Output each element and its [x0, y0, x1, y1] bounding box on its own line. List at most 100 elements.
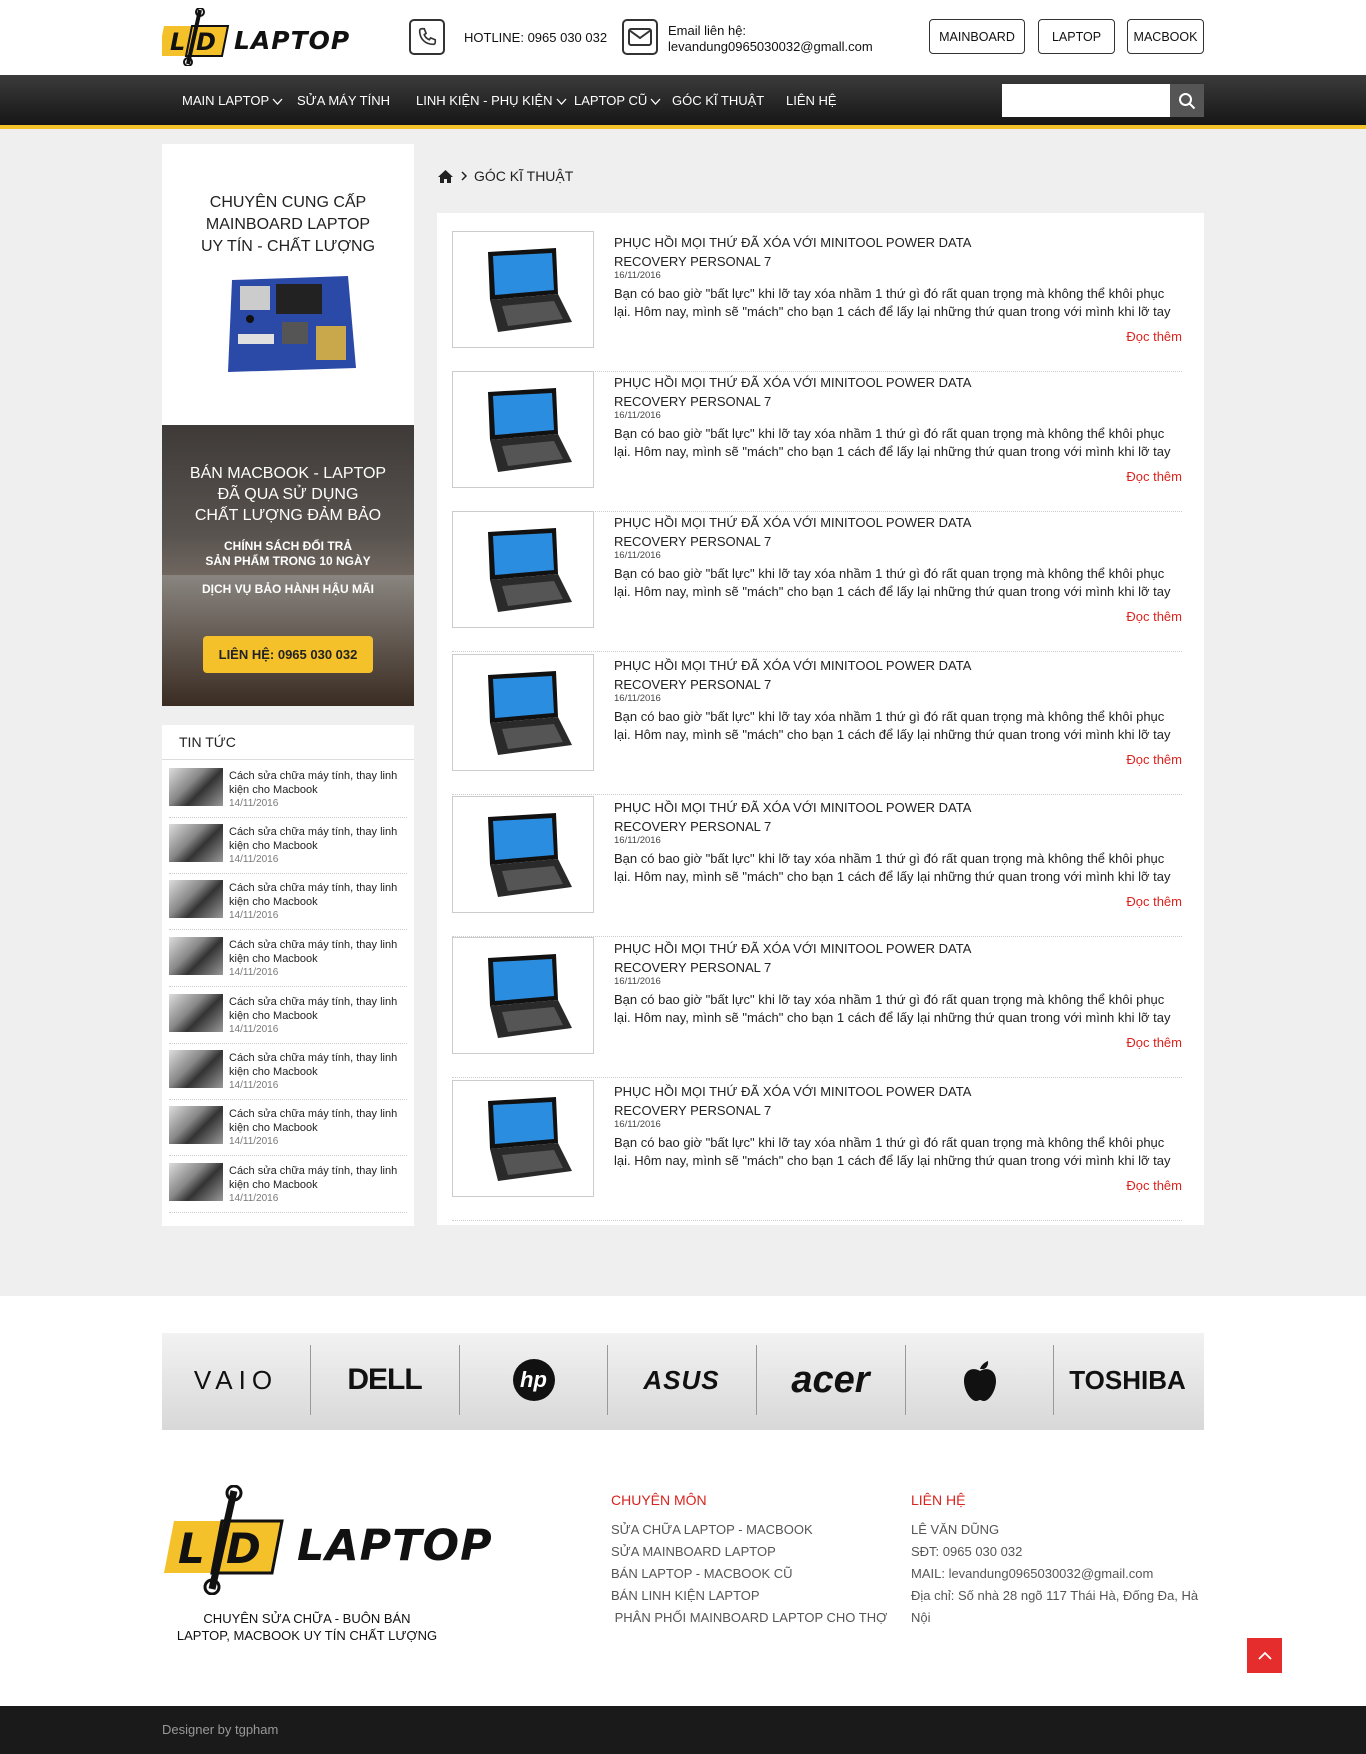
footer-link[interactable]: SỬA MAINBOARD LAPTOP [611, 1541, 891, 1563]
home-icon[interactable] [437, 169, 454, 184]
footer-link[interactable]: BÁN LINH KIỆN LAPTOP [611, 1585, 891, 1607]
chevron-right-icon [461, 171, 468, 181]
read-more-link[interactable]: Đọc thêm [1126, 1178, 1182, 1193]
read-more-link[interactable]: Đọc thêm [1126, 894, 1182, 909]
brand-asus[interactable]: ASUS [607, 1345, 755, 1415]
main-nav: MAIN LAPTOP SỬA MÁY TÍNH LINH KIỆN - PHỤ… [0, 75, 1366, 129]
brand-toshiba[interactable]: TOSHIBA [1053, 1345, 1201, 1415]
brand-dell[interactable]: DELL [310, 1345, 458, 1415]
news-item-title[interactable]: Cách sửa chữa máy tính, thay linh kiện c… [229, 825, 407, 853]
breadcrumb-current: GÓC KĨ THUẬT [474, 168, 574, 184]
laptop-button[interactable]: LAPTOP [1038, 19, 1115, 54]
post-title[interactable]: PHỤC HỒI MỌI THỨ ĐÃ XÓA VỚI MINITOOL POW… [614, 656, 1044, 694]
footer-col-title: LIÊN HỆ [911, 1492, 966, 1508]
mail-icon [622, 19, 658, 55]
mainboard-promo-banner[interactable]: CHUYÊN CUNG CẤP MAINBOARD LAPTOP UY TÍN … [162, 144, 414, 425]
list-item[interactable]: Cách sửa chữa máy tính, thay linh kiện c… [169, 1157, 407, 1213]
site-logo[interactable]: L D LAPTOP [158, 7, 349, 67]
list-item[interactable]: Cách sửa chữa máy tính, thay linh kiện c… [169, 762, 407, 818]
read-more-link[interactable]: Đọc thêm [1126, 609, 1182, 624]
post-thumbnail[interactable] [452, 1080, 594, 1197]
post-title[interactable]: PHỤC HỒI MỌI THỨ ĐÃ XÓA VỚI MINITOOL POW… [614, 233, 1044, 271]
nav-item-main-laptop[interactable]: MAIN LAPTOP [182, 75, 283, 125]
brand-acer[interactable]: acer [756, 1345, 904, 1415]
logo-mark-icon: L D [158, 7, 230, 67]
read-more-link[interactable]: Đọc thêm [1126, 469, 1182, 484]
macbook-button[interactable]: MACBOOK [1127, 19, 1204, 54]
footer-link[interactable]: BÁN LAPTOP - MACBOOK CŨ [611, 1563, 891, 1585]
list-item[interactable]: Cách sửa chữa máy tính, thay linh kiện c… [169, 1044, 407, 1100]
list-item[interactable]: Cách sửa chữa máy tính, thay linh kiện c… [169, 931, 407, 987]
news-item-title[interactable]: Cách sửa chữa máy tính, thay linh kiện c… [229, 1164, 407, 1192]
laptop-icon [488, 954, 572, 1038]
search-icon [1179, 92, 1196, 109]
list-item[interactable]: Cách sửa chữa máy tính, thay linh kiện c… [169, 874, 407, 930]
news-thumbnail [169, 1106, 223, 1144]
post-thumbnail[interactable] [452, 654, 594, 771]
news-item-title[interactable]: Cách sửa chữa máy tính, thay linh kiện c… [229, 938, 407, 966]
footer-bottom-bar: Designer by tgpham [0, 1706, 1366, 1754]
hotline-text: HOTLINE: 0965 030 032 [464, 30, 608, 45]
mainboard-button[interactable]: MAINBOARD [929, 19, 1025, 54]
post-thumbnail[interactable] [452, 511, 594, 628]
brand-label: hp [512, 1359, 555, 1401]
news-item-title[interactable]: Cách sửa chữa máy tính, thay linh kiện c… [229, 1107, 407, 1135]
nav-item-goc-ki-thuat[interactable]: GÓC KĨ THUẬT [672, 75, 764, 125]
news-item-title[interactable]: Cách sửa chữa máy tính, thay linh kiện c… [229, 1051, 407, 1079]
brand-label: DELL [347, 1363, 422, 1396]
post-title[interactable]: PHỤC HỒI MỌI THỨ ĐÃ XÓA VỚI MINITOOL POW… [614, 798, 1044, 836]
footer-logo[interactable]: L D LAPTOP [162, 1484, 492, 1596]
post-item: PHỤC HỒI MỌI THỨ ĐÃ XÓA VỚI MINITOOL POW… [452, 654, 1182, 795]
post-item: PHỤC HỒI MỌI THỨ ĐÃ XÓA VỚI MINITOOL POW… [452, 796, 1182, 937]
back-to-top-button[interactable] [1247, 1638, 1282, 1673]
footer-services-list: SỬA CHỮA LAPTOP - MACBOOK SỬA MAINBOARD … [611, 1519, 891, 1629]
brand-apple[interactable] [905, 1345, 1053, 1415]
post-title[interactable]: PHỤC HỒI MỌI THỨ ĐÃ XÓA VỚI MINITOOL POW… [614, 373, 1044, 411]
email-value[interactable]: levandung0965030032@gmall.com [668, 39, 873, 55]
nav-label: SỬA MÁY TÍNH [297, 93, 390, 108]
brand-vaio[interactable]: VAIO [162, 1345, 310, 1415]
list-item[interactable]: Cách sửa chữa máy tính, thay linh kiện c… [169, 988, 407, 1044]
nav-item-sua-may-tinh[interactable]: SỬA MÁY TÍNH [297, 75, 390, 125]
laptop-icon [488, 248, 572, 332]
nav-item-lien-he[interactable]: LIÊN HỆ [786, 75, 837, 125]
breadcrumb: GÓC KĨ THUẬT [437, 166, 573, 186]
macbook-promo-banner[interactable]: BÁN MACBOOK - LAPTOP ĐÃ QUA SỬ DỤNG CHẤT… [162, 425, 414, 706]
news-thumbnail [169, 880, 223, 918]
post-title[interactable]: PHỤC HỒI MỌI THỨ ĐÃ XÓA VỚI MINITOOL POW… [614, 939, 1044, 977]
nav-item-laptop-cu[interactable]: LAPTOP CŨ [574, 75, 662, 129]
news-item-title[interactable]: Cách sửa chữa máy tính, thay linh kiện c… [229, 881, 407, 909]
post-date: 16/11/2016 [614, 976, 661, 987]
footer-col-title: CHUYÊN MÔN [611, 1492, 707, 1508]
brand-hp[interactable]: hp [459, 1345, 607, 1415]
contact-cta-button[interactable]: LIÊN HỆ: 0965 030 032 [203, 636, 373, 673]
list-item[interactable]: Cách sửa chữa máy tính, thay linh kiện c… [169, 1100, 407, 1156]
read-more-link[interactable]: Đọc thêm [1126, 1035, 1182, 1050]
search-input[interactable] [1002, 84, 1170, 117]
post-thumbnail[interactable] [452, 937, 594, 1054]
search-button[interactable] [1170, 84, 1204, 117]
post-thumbnail[interactable] [452, 231, 594, 348]
news-item-date: 14/11/2016 [229, 798, 279, 809]
news-item-title[interactable]: Cách sửa chữa máy tính, thay linh kiện c… [229, 769, 407, 797]
list-item[interactable]: Cách sửa chữa máy tính, thay linh kiện c… [169, 818, 407, 874]
policy-text: CHÍNH SÁCH ĐỔI TRẢ [224, 539, 352, 553]
read-more-link[interactable]: Đọc thêm [1126, 752, 1182, 767]
promo-line: BÁN MACBOOK - LAPTOP [189, 465, 387, 482]
read-more-link[interactable]: Đọc thêm [1126, 329, 1182, 344]
post-date: 16/11/2016 [614, 693, 661, 704]
nav-label: LIÊN HỆ [786, 93, 837, 108]
post-date: 16/11/2016 [614, 550, 661, 561]
nav-item-linh-kien[interactable]: LINH KIỆN - PHỤ KIỆN [416, 75, 567, 125]
news-item-title[interactable]: Cách sửa chữa máy tính, thay linh kiện c… [229, 995, 407, 1023]
footer-link[interactable]: PHÂN PHỐI MAINBOARD LAPTOP CHO THỢ [611, 1607, 891, 1629]
contact-name: LÊ VĂN DŨNG [911, 1522, 1000, 1537]
laptop-icon [488, 528, 572, 612]
svg-text:L: L [178, 1524, 205, 1573]
footer-link[interactable]: SỬA CHỮA LAPTOP - MACBOOK [611, 1519, 891, 1541]
contact-phone: SĐT: 0965 030 032 [911, 1544, 1023, 1559]
post-title[interactable]: PHỤC HỒI MỌI THỨ ĐÃ XÓA VỚI MINITOOL POW… [614, 513, 1044, 551]
post-title[interactable]: PHỤC HỒI MỌI THỨ ĐÃ XÓA VỚI MINITOOL POW… [614, 1082, 1044, 1120]
post-thumbnail[interactable] [452, 796, 594, 913]
post-thumbnail[interactable] [452, 371, 594, 488]
